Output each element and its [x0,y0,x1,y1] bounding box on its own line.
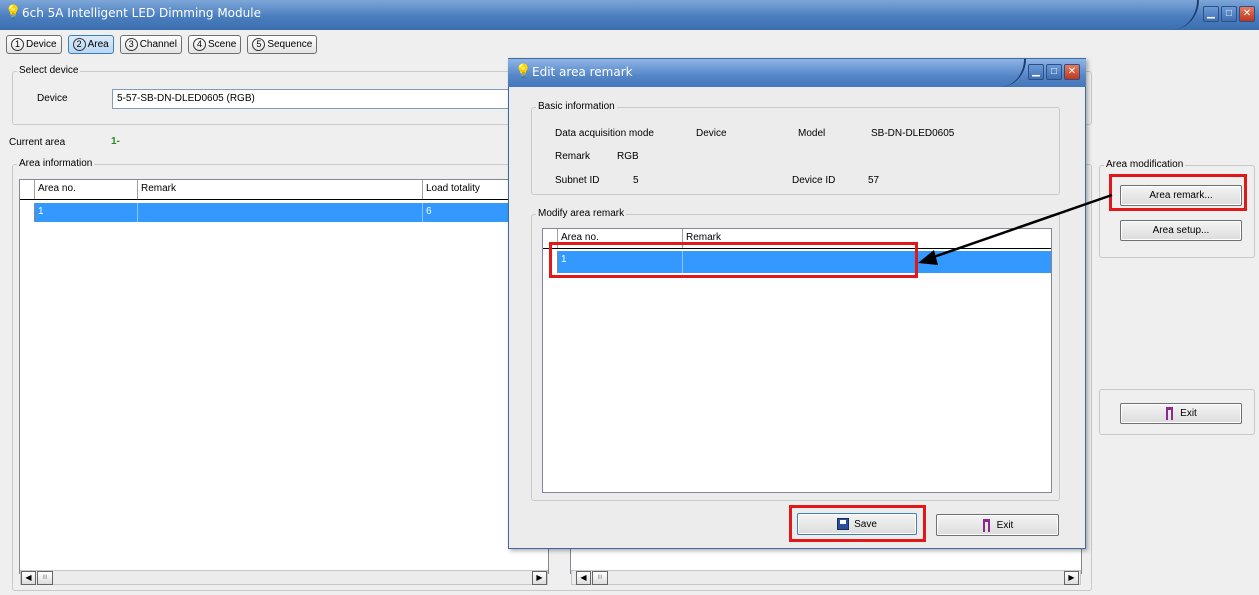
highlight-box-save [789,505,926,542]
maximize-button[interactable]: □ [1046,64,1062,80]
tab-label: Sequence [267,39,313,50]
dialog-exit-button[interactable]: Exit [936,514,1059,536]
tab-bar: 1 Device 2 Area 3 Channel 4 Scene 5 Sequence [6,35,318,54]
minimize-button[interactable]: ▁ [1203,6,1219,22]
tab-scene[interactable]: 4 Scene [187,35,242,54]
secondary-grid-hscrollbar[interactable] [571,570,1081,585]
bulb-icon: 💡 [515,63,532,78]
tab-sequence[interactable]: 5 Sequence [247,35,318,54]
exit-icon [982,518,992,532]
dialog-title: Edit area remark [532,65,633,79]
title-decoration [1159,0,1199,30]
group-legend: Area information [17,158,95,169]
scroll-left-button[interactable]: ◀ [21,571,36,585]
table-row[interactable]: 1 6 [20,203,548,222]
group-legend: Area modification [1104,159,1186,170]
exit-label: Exit [1180,408,1197,419]
tab-label: Area [87,39,109,50]
current-area-value: 1- [111,136,120,147]
tab-number: 2 [72,38,86,51]
current-area-label: Current area [9,137,66,148]
highlight-box-area-remark [1109,174,1247,211]
data-acquisition-mode-label: Data acquisition mode [555,128,654,139]
window-title: 6ch 5A Intelligent LED Dimming Module [22,6,261,20]
remark-value: RGB [617,151,639,162]
exit-icon [1165,407,1175,420]
model-label: Model [798,128,826,139]
tab-number: 4 [192,38,206,51]
scroll-thumb[interactable]: III [592,571,608,585]
area-setup-button[interactable]: Area setup... [1120,220,1242,241]
tab-channel[interactable]: 3 Channel [119,35,182,54]
subnet-id-label: Subnet ID [555,175,600,186]
maximize-button[interactable]: □ [1221,6,1237,22]
row-header-corner [20,180,35,199]
row-header [20,203,35,222]
tab-label: Channel [139,39,177,50]
highlight-box-remark-row [549,242,918,278]
main-title-bar: 💡 6ch 5A Intelligent LED Dimming Module … [0,0,1259,30]
data-acquisition-mode-value: Device [696,128,727,139]
remark-label: Remark [555,151,591,162]
scroll-right-button[interactable]: ▶ [1064,571,1079,585]
tab-label: Scene [207,39,237,50]
model-value: SB-DN-DLED0605 [871,128,955,139]
tab-device[interactable]: 1 Device [6,35,62,54]
column-area-no[interactable]: Area no. [35,180,138,199]
group-legend: Modify area remark [536,208,627,219]
area-grid-header: Area no. Remark Load totality [20,180,548,200]
exit-button[interactable]: Exit [1120,403,1242,424]
tab-label: Device [26,39,57,50]
column-remark[interactable]: Remark [138,180,423,199]
scroll-right-button[interactable]: ▶ [532,571,547,585]
annotation-arrow [918,193,1113,265]
subnet-id-value: 5 [633,175,639,186]
cell-remark [138,203,423,222]
device-select[interactable]: 5-57-SB-DN-DLED0605 (RGB) [112,89,512,109]
scroll-left-button[interactable]: ◀ [576,571,591,585]
area-grid[interactable] [19,179,549,574]
dialog-window-controls: ▁ □ ✕ [1028,64,1080,80]
cell-area-no: 1 [35,203,138,222]
device-id-label: Device ID [792,175,836,186]
tab-number: 1 [11,38,24,51]
tab-number: 5 [252,38,266,51]
device-id-value: 57 [868,175,880,186]
group-legend: Basic information [536,101,617,112]
bulb-icon: 💡 [5,4,22,19]
area-grid-hscrollbar[interactable] [20,570,548,585]
scroll-thumb[interactable]: III [37,571,53,585]
tab-area[interactable]: 2 Area [67,35,114,54]
close-button[interactable]: ✕ [1239,6,1255,22]
minimize-button[interactable]: ▁ [1028,64,1044,80]
group-legend: Select device [17,65,81,76]
dialog-title-bar: 💡 Edit area remark ▁ □ ✕ [508,59,1086,87]
exit-label: Exit [996,519,1014,531]
title-decoration [986,59,1026,87]
tab-number: 3 [124,38,138,51]
window-controls: ▁ □ ✕ [1203,6,1255,22]
device-label: Device [37,93,68,104]
close-button[interactable]: ✕ [1064,64,1080,80]
